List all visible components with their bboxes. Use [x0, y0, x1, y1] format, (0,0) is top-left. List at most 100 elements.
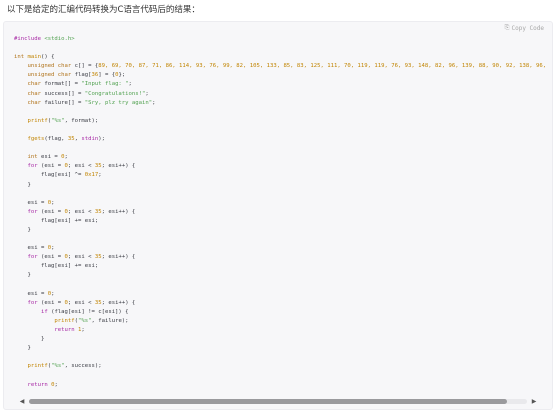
code-token: unsigned char	[27, 72, 72, 79]
code-token: for	[27, 163, 38, 170]
code-token: }	[14, 226, 31, 233]
code-token: printf	[27, 363, 48, 370]
code-token: ;	[145, 90, 149, 97]
code-line: }	[14, 344, 548, 353]
code-token: return	[27, 381, 48, 388]
code-line: }	[14, 181, 548, 190]
code-line: return 1;	[14, 326, 548, 335]
code-line: esi = 0;	[14, 244, 548, 253]
code-token: esi =	[14, 199, 48, 206]
code-line: flag[esi] += esi;	[14, 217, 548, 226]
code-token: "%s"	[51, 363, 65, 370]
code-token: flag[esi] ^=	[14, 172, 85, 179]
code-content[interactable]: #include <stdio.h> int main() { unsigned…	[14, 35, 548, 389]
code-token: for	[27, 299, 38, 306]
code-token: 35	[94, 208, 102, 215]
code-token: (esi =	[37, 254, 65, 261]
code-line: unsigned char c[] = {89, 69, 70, 87, 71,…	[14, 62, 548, 71]
code-line: flag[esi] ^= 0x17;	[14, 171, 548, 180]
code-line: #include <stdio.h>	[14, 35, 548, 44]
code-line: for (esi = 0; esi < 35; esi++) {	[14, 162, 548, 171]
copy-icon: ⎘	[504, 24, 510, 31]
code-line: char format[] = "Input flag: ";	[14, 80, 548, 89]
code-token: ; esi <	[67, 208, 95, 215]
code-token: ] = {	[98, 72, 116, 79]
code-token: 0x17	[84, 172, 99, 179]
code-token: , success);	[64, 363, 102, 370]
code-token: failure[] =	[40, 99, 85, 106]
scrollbar-track[interactable]	[29, 398, 527, 404]
code-token: if	[40, 308, 48, 315]
code-token: "%s"	[78, 317, 92, 324]
code-token: 35	[94, 163, 102, 170]
code-token: char	[27, 90, 41, 97]
code-token: (esi =	[37, 299, 65, 306]
code-line: printf("%s", failure);	[14, 317, 548, 326]
code-token: ;	[51, 199, 55, 206]
code-token: };	[118, 72, 126, 79]
code-token: ;	[128, 81, 132, 88]
copy-code-button[interactable]: ⎘ Copy Code	[505, 24, 544, 32]
code-line: printf("%s", success);	[14, 362, 548, 371]
code-line: for (esi = 0; esi < 35; esi++) {	[14, 299, 548, 308]
code-token: ; esi <	[67, 299, 95, 306]
code-token: () {	[40, 54, 55, 61]
code-token: return	[54, 327, 75, 333]
intro-text: 以下是给定的汇编代码转换为C语言代码后的结果：	[7, 5, 200, 15]
copy-code-label: Copy Code	[511, 24, 544, 32]
code-token: }	[14, 272, 31, 279]
code-token: ; esi++) {	[101, 163, 136, 170]
scroll-left-icon[interactable]: ◀	[18, 398, 26, 405]
code-token: 35	[94, 299, 102, 306]
code-token: <stdio.h>	[44, 36, 75, 42]
code-token: char	[27, 99, 41, 106]
code-token: flag[esi] += esi;	[14, 217, 99, 224]
code-token: }	[14, 345, 31, 352]
code-token: ;	[81, 327, 85, 333]
code-token: , failure);	[91, 317, 129, 324]
code-token: for	[27, 254, 38, 261]
code-token: ; esi++) {	[101, 208, 136, 215]
code-line: char success[] = "Congratulations!";	[14, 90, 548, 99]
scrollbar-thumb[interactable]	[29, 398, 508, 404]
code-token: "Input flag: "	[81, 81, 129, 88]
code-line: unsigned char flag[36] = {0};	[14, 71, 548, 80]
code-token: main	[27, 54, 41, 61]
code-token: esi =	[37, 154, 62, 161]
code-token: (esi =	[37, 163, 65, 170]
code-token: , format);	[64, 117, 99, 124]
code-token: ; esi <	[67, 254, 95, 261]
code-line: return 0;	[14, 381, 548, 389]
code-line: for (esi = 0; esi < 35; esi++) {	[14, 208, 548, 217]
horizontal-scrollbar[interactable]: ◀ ▶	[18, 397, 538, 405]
code-token: }	[14, 336, 45, 343]
code-token: c[] = {	[71, 63, 99, 70]
code-token: printf	[27, 117, 48, 124]
code-line: for (esi = 0; esi < 35; esi++) {	[14, 253, 548, 262]
code-token: "%s"	[51, 117, 65, 124]
code-token: ;	[51, 245, 55, 252]
scroll-right-icon[interactable]: ▶	[530, 398, 538, 405]
code-token: ; esi++) {	[101, 299, 136, 306]
code-token: ;	[54, 381, 58, 388]
code-token: format[] =	[40, 81, 82, 88]
code-token: ;	[64, 154, 68, 161]
code-token: ;	[98, 172, 102, 179]
code-token: );	[98, 136, 105, 143]
